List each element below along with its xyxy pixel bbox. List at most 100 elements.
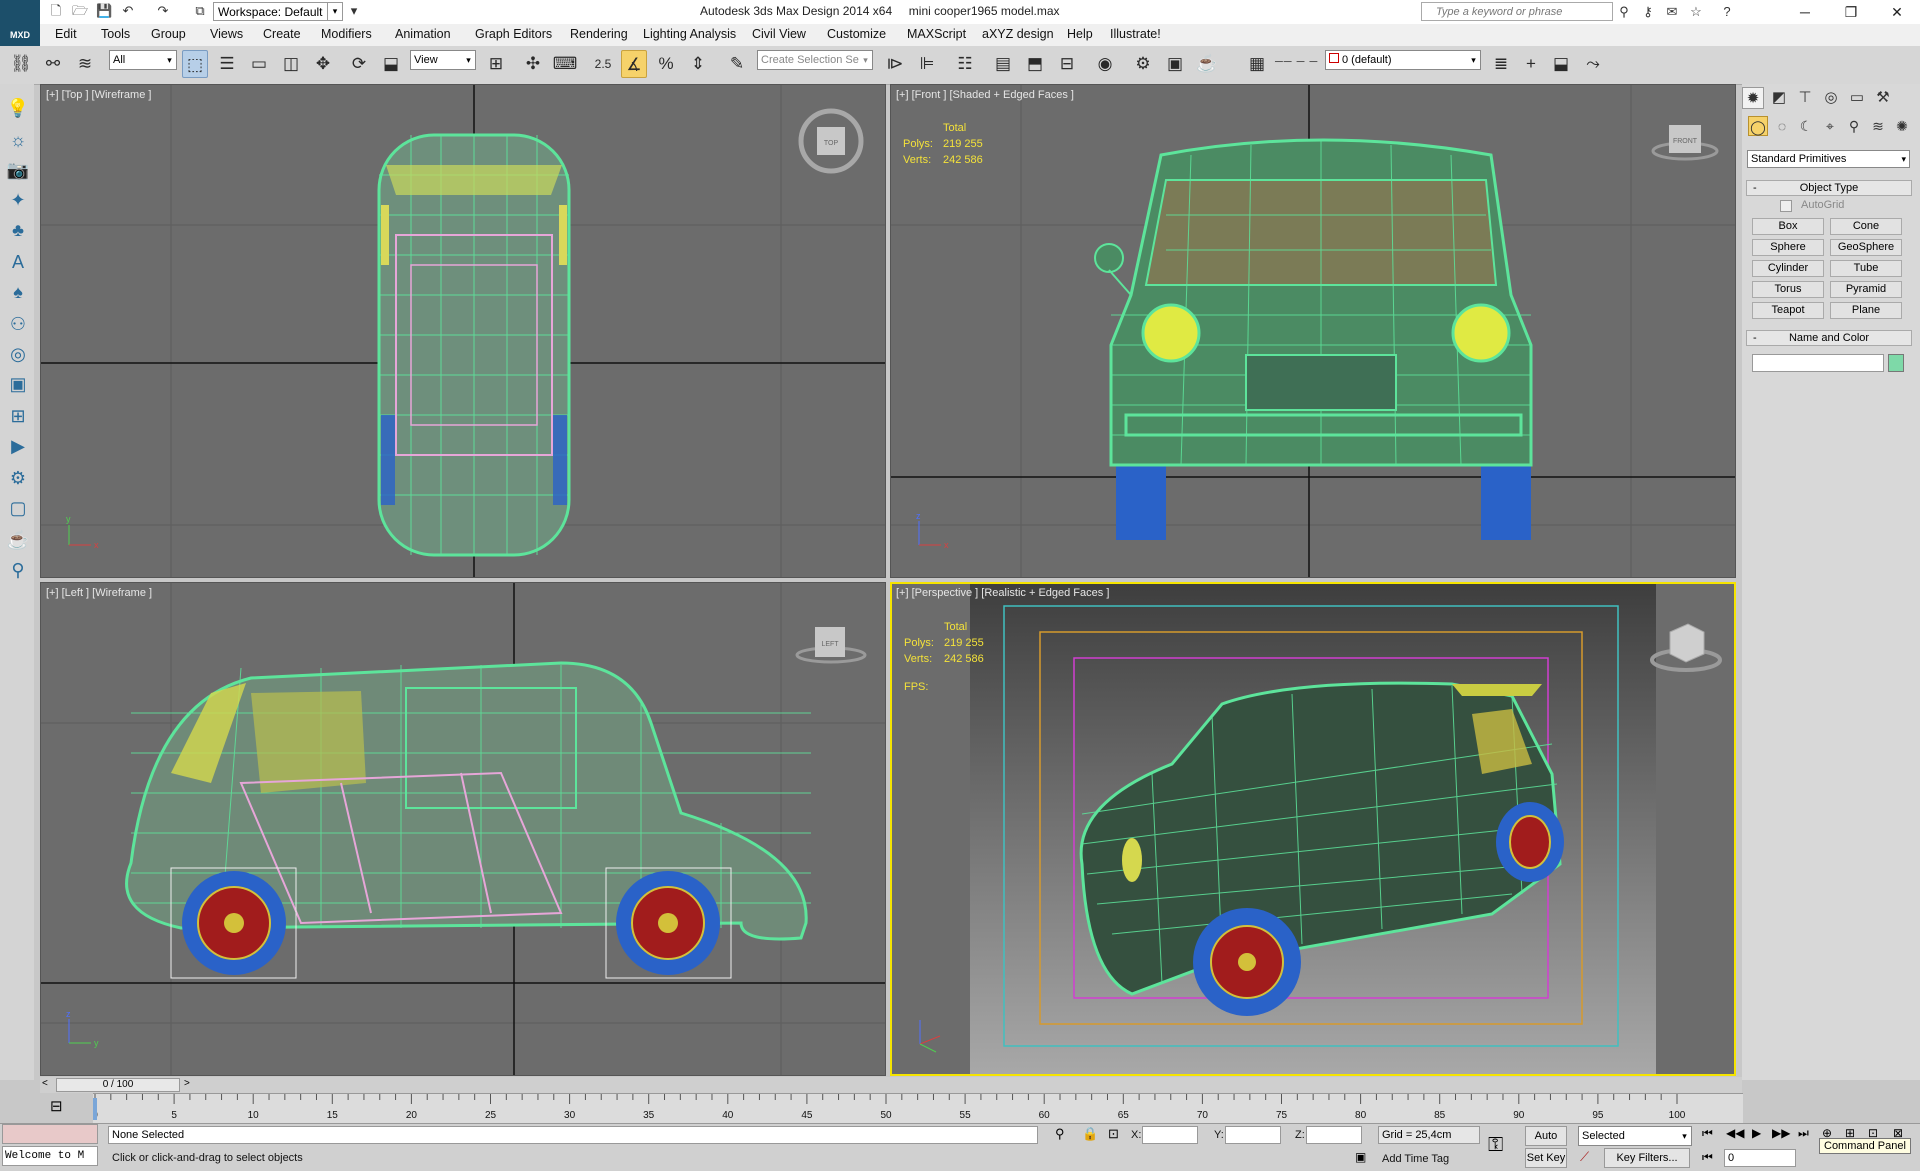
set-key-button[interactable]: Set Key [1525,1148,1567,1168]
geometry-category-icon[interactable]: ◯ [1748,116,1768,136]
text-icon[interactable]: A [6,250,30,274]
tree-icon[interactable]: ♣ [6,218,30,242]
select-by-name-icon[interactable]: ☰ [214,50,240,78]
sun-icon[interactable]: ☼ [6,128,30,152]
workspace-dropdown[interactable]: Workspace: Default ▾ [213,2,343,21]
lock-selection-icon[interactable]: 🔒 [1082,1126,1098,1142]
name-and-color-rollout[interactable]: - Name and Color [1746,330,1912,346]
teapot-button[interactable]: Teapot [1752,302,1824,319]
pyramid-button[interactable]: Pyramid [1830,281,1902,298]
set-current-layer-icon[interactable]: ⤳ [1580,50,1606,78]
maxscript-listener-top[interactable] [2,1124,98,1144]
expand-arrow-icon[interactable]: ▾ [346,3,362,19]
search-input[interactable]: Type a keyword or phrase [1421,2,1613,21]
link-icon[interactable]: ⛓ [8,50,34,78]
minimize-button[interactable]: ─ [1782,0,1828,24]
motion-tab-icon[interactable]: ◎ [1820,87,1842,109]
undo-icon[interactable]: ↶ [120,3,136,19]
new-layer-icon[interactable]: ≣ [1488,50,1514,78]
menu-maxscript[interactable]: MAXScript [907,27,966,41]
object-type-rollout[interactable]: - Object Type [1746,180,1912,196]
modify-tab-icon[interactable]: ◩ [1768,87,1790,109]
torus-button[interactable]: Torus [1752,281,1824,298]
menu-rendering[interactable]: Rendering [570,27,628,41]
keyboard-shortcut-override-icon[interactable]: ⌨ [552,50,578,78]
primitive-type-dropdown[interactable]: Standard Primitives ▾ [1747,150,1910,168]
bind-space-warp-icon[interactable]: ≋ [72,50,98,78]
object-name-field[interactable] [1752,354,1884,372]
track-bar[interactable]: 0510152025303540455055606570758085909510… [92,1093,1743,1124]
app-logo[interactable]: MXD [0,0,40,46]
time-slider-next-icon[interactable]: > [184,1078,190,1089]
key-mode-toggle-icon[interactable]: ⏮ [1702,1150,1713,1165]
object-color-swatch[interactable] [1888,354,1904,372]
display-tab-icon[interactable]: ▭ [1846,87,1868,109]
project-folder-icon[interactable]: ⧉ [192,3,208,19]
select-in-layer-icon[interactable]: ⬓ [1548,50,1574,78]
shapes-category-icon[interactable]: ◌ [1772,116,1792,136]
binoculars-icon[interactable]: ⚲ [1615,3,1633,20]
mirror-icon[interactable]: ⧐ [882,50,908,78]
z-coordinate-field[interactable] [1306,1126,1362,1144]
menu-tools[interactable]: Tools [101,27,130,41]
absolute-mode-icon[interactable]: ⊡ [1108,1126,1119,1142]
redo-icon[interactable]: ↷ [155,3,171,19]
teapot-icon[interactable]: ☕ [6,528,30,552]
render-icon[interactable]: ▶ [6,434,30,458]
previous-frame-icon[interactable]: ◀◀ [1726,1126,1744,1140]
unlink-icon[interactable]: ⚯ [40,50,66,78]
menu-edit[interactable]: Edit [55,27,77,41]
select-scale-icon[interactable]: ⬓ [378,50,404,78]
create-tab-icon[interactable]: ✹ [1742,87,1764,109]
menu-views[interactable]: Views [210,27,243,41]
angle-snap-icon[interactable]: ∡ [621,50,647,78]
layer-manager-icon[interactable]: ☷ [952,50,978,78]
y-coordinate-field[interactable] [1225,1126,1281,1144]
select-move-icon[interactable]: ✥ [310,50,336,78]
sphere-button[interactable]: Sphere [1752,239,1824,256]
menu-lighting-analysis[interactable]: Lighting Analysis [643,27,736,41]
time-tag-icon[interactable]: ▣ [1355,1150,1366,1164]
render-production-icon[interactable]: ☕ [1194,50,1220,78]
menu-create[interactable]: Create [263,27,301,41]
percent-snap-icon[interactable]: % [653,50,679,78]
align-icon[interactable]: ⊫ [914,50,940,78]
box-icon[interactable]: ▣ [6,372,30,396]
rendered-frame-window-icon[interactable]: ▣ [1162,50,1188,78]
graphite-ribbon-icon[interactable]: ▤ [990,50,1016,78]
material-editor-icon[interactable]: ◉ [1092,50,1118,78]
select-object-icon[interactable]: ⬚ [182,50,208,78]
play-icon[interactable]: ▶ [1752,1126,1761,1140]
menu-help[interactable]: Help [1067,27,1093,41]
menu-customize[interactable]: Customize [827,27,886,41]
current-frame-field[interactable]: 0 [1724,1149,1796,1167]
time-slider-thumb[interactable]: 0 / 100 [56,1078,180,1092]
render-setup-icon[interactable]: ⚙ [1130,50,1156,78]
geosphere-button[interactable]: GeoSphere [1830,239,1902,256]
close-button[interactable]: ✕ [1874,0,1920,24]
box-button[interactable]: Box [1752,218,1824,235]
frame-icon[interactable]: ▢ [6,496,30,520]
menu-animation[interactable]: Animation [395,27,451,41]
go-to-start-icon[interactable]: ⏮ [1702,1126,1713,1141]
key-icon[interactable]: ⚿ [1488,1134,1503,1157]
light-bulb-icon[interactable]: 💡 [6,96,30,120]
viewport-top-label[interactable]: [+] [Top ] [Wireframe ] [46,89,151,101]
schematic-view-icon[interactable]: ⊟ [1054,50,1080,78]
systems-category-icon[interactable]: ✺ [1892,116,1912,136]
key-filters-button[interactable]: Key Filters... [1604,1148,1690,1168]
spinner-snap-icon[interactable]: ⇕ [685,50,711,78]
globe-icon[interactable]: ◎ [6,342,30,366]
subscription-icon[interactable]: ⚷ [1639,3,1657,20]
cone-button[interactable]: Cone [1830,218,1902,235]
add-to-layer-icon[interactable]: + [1518,50,1544,78]
help-icon[interactable]: ? [1718,3,1736,20]
viewport-perspective[interactable]: Total Polys: 219 255 Verts: 242 586 FPS: [890,582,1736,1076]
viewport-left[interactable]: LEFT z y [40,582,886,1076]
pine-tree-icon[interactable]: ♠ [6,280,30,304]
time-slider-prev-icon[interactable]: < [42,1078,48,1089]
rectangular-selection-icon[interactable]: ▭ [246,50,272,78]
menu-axyz-design[interactable]: aXYZ design [982,27,1054,41]
grid-icon[interactable]: ⊞ [6,404,30,428]
viewport-perspective-label[interactable]: [+] [Perspective ] [Realistic + Edged Fa… [896,587,1109,599]
